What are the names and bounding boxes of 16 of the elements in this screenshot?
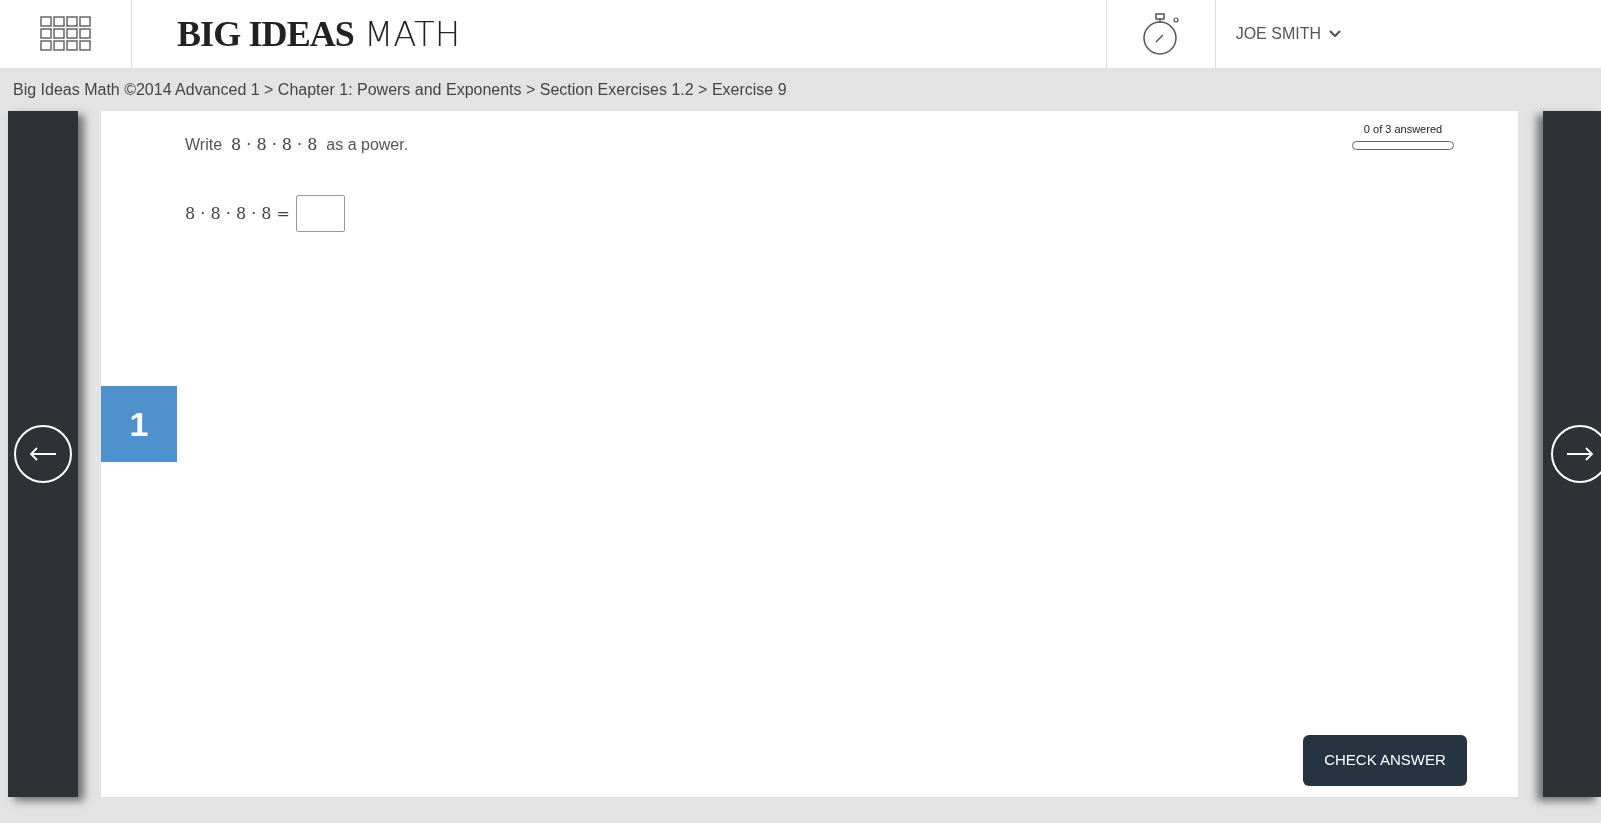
- previous-button[interactable]: [14, 425, 72, 483]
- breadcrumb[interactable]: Big Ideas Math ©2014 Advanced 1 > Chapter 1: Powers and Exponents > Section Exercises 1.2 > Exercise 9: [13, 77, 787, 102]
- answer-field[interactable]: [296, 195, 345, 232]
- next-button[interactable]: [1551, 425, 1601, 483]
- chevron-down-icon: [1329, 30, 1341, 38]
- stopwatch-icon[interactable]: [1140, 12, 1181, 56]
- arrow-right-icon: [1566, 447, 1594, 461]
- question-prompt: Write 8 · 8 · 8 · 8 as a power.: [185, 134, 410, 156]
- logo: BIG IDEAS MATH: [177, 13, 461, 56]
- user-menu[interactable]: JOE SMITH: [1235, 22, 1341, 46]
- check-answer-button[interactable]: CHECK ANSWER: [1303, 735, 1467, 786]
- arrow-left-icon: [29, 447, 57, 461]
- equation: 8 · 8 · 8 · 8 =: [185, 202, 290, 225]
- apps-grid-icon[interactable]: [39, 16, 92, 52]
- question-number: 1: [101, 386, 177, 462]
- progress-label: 0 of 3 answered: [1363, 122, 1443, 137]
